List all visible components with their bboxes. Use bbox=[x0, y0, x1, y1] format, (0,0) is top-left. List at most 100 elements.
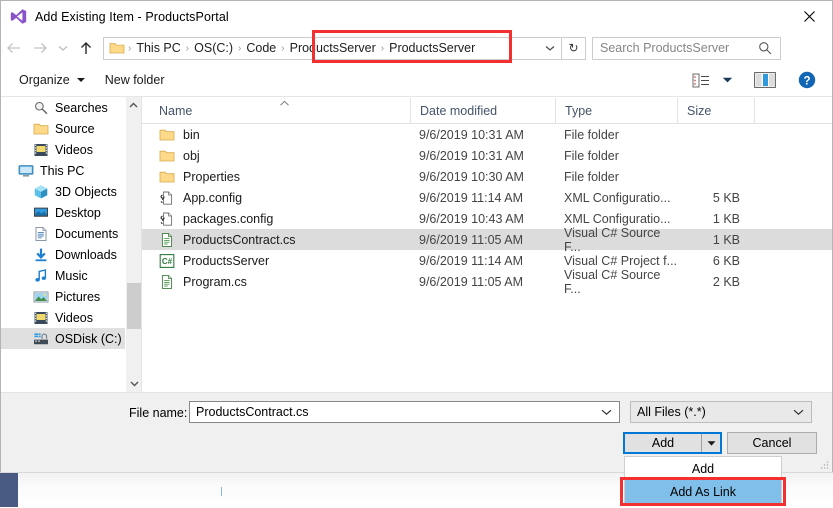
nav-item-downloads[interactable]: Downloads bbox=[1, 244, 141, 265]
nav-item-3d-objects[interactable]: 3D Objects bbox=[1, 181, 141, 202]
nav-item-label: Documents bbox=[55, 226, 119, 241]
help-icon[interactable]: ? bbox=[792, 67, 822, 93]
close-window-button[interactable] bbox=[786, 1, 832, 31]
cell-size: 2 KB bbox=[712, 274, 740, 289]
scroll-up-button[interactable] bbox=[126, 97, 141, 114]
table-row[interactable]: obj 9/6/2019 10:31 AM File folder bbox=[142, 145, 832, 166]
breadcrumb-item-os-c[interactable]: OS(C:) bbox=[190, 41, 237, 55]
cell-name: bin bbox=[142, 127, 410, 143]
background-accent-bar bbox=[0, 473, 18, 507]
file-name-text: packages.config bbox=[183, 211, 274, 226]
column-header-spacer[interactable] bbox=[754, 98, 832, 123]
view-options-chevron-down-icon[interactable] bbox=[716, 67, 738, 93]
folder-icon bbox=[159, 127, 175, 143]
table-row[interactable]: packages.config 9/6/2019 10:43 AM XML Conf… bbox=[142, 208, 832, 229]
add-split-button[interactable]: Add bbox=[623, 432, 722, 454]
scrollbar-thumb[interactable] bbox=[127, 283, 141, 329]
nav-item-desktop[interactable]: Desktop bbox=[1, 202, 141, 223]
breadcrumb-item-productsserver-project[interactable]: ProductsServer bbox=[385, 41, 479, 55]
file-name-input[interactable]: ProductsContract.cs bbox=[189, 401, 620, 423]
pictures-icon bbox=[33, 289, 49, 305]
nav-item-this-pc[interactable]: This PC bbox=[1, 160, 141, 181]
list-view-icon[interactable] bbox=[686, 67, 716, 93]
cancel-button-label: Cancel bbox=[752, 436, 792, 450]
dialog-body: Searches Source Videos This PC 3D Objects Des… bbox=[1, 97, 832, 392]
new-folder-button[interactable]: New folder bbox=[95, 68, 175, 92]
folder-icon bbox=[109, 41, 125, 55]
nav-item-documents[interactable]: Documents bbox=[1, 223, 141, 244]
column-header-size[interactable]: Size bbox=[677, 98, 754, 123]
navigation-tree: Searches Source Videos This PC 3D Objects Des… bbox=[1, 97, 141, 349]
nav-item-music[interactable]: Music bbox=[1, 265, 141, 286]
cell-name: Properties bbox=[142, 169, 410, 185]
csharp-project-icon: C# bbox=[159, 253, 175, 269]
svg-text:?: ? bbox=[803, 75, 810, 87]
nav-item-label: Videos bbox=[55, 142, 93, 157]
address-bar[interactable]: › This PC › OS(C:) › Code › ProductsServ… bbox=[103, 36, 562, 60]
breadcrumb-item-code[interactable]: Code bbox=[242, 41, 280, 55]
nav-item-pictures[interactable]: Pictures bbox=[1, 286, 141, 307]
table-row[interactable]: App.config 9/6/2019 11:14 AM XML Configura… bbox=[142, 187, 832, 208]
search-input[interactable]: Search ProductsServer bbox=[592, 36, 781, 60]
nav-item-videos[interactable]: Videos bbox=[1, 307, 141, 328]
cell-name: App.config bbox=[142, 190, 410, 206]
organize-menu-button[interactable]: Organize bbox=[9, 68, 95, 92]
cell-name: Program.cs bbox=[142, 274, 410, 290]
cell-type: Visual C# Source F... bbox=[564, 267, 661, 296]
add-button[interactable]: Add bbox=[625, 434, 702, 452]
scroll-down-button[interactable] bbox=[126, 375, 141, 392]
cell-size: 1 KB bbox=[712, 211, 740, 226]
back-arrow-icon[interactable] bbox=[1, 35, 27, 61]
table-row[interactable]: ProductsContract.cs 9/6/2019 11:05 AM Visu… bbox=[142, 226, 832, 254]
table-row[interactable]: Properties 9/6/2019 10:30 AM File folder bbox=[142, 166, 832, 187]
nav-item-osdisk-c[interactable]: OSDisk (C:) bbox=[1, 328, 141, 349]
cell-date-modified: 9/6/2019 10:43 AM bbox=[419, 211, 524, 226]
videos-icon bbox=[33, 310, 49, 326]
column-header-date-modified[interactable]: Date modified bbox=[410, 98, 555, 123]
table-row[interactable]: bin 9/6/2019 10:31 AM File folder bbox=[142, 124, 832, 145]
command-bar-right-group: ? bbox=[686, 67, 822, 93]
resize-grip-icon[interactable] bbox=[819, 458, 829, 469]
up-arrow-icon[interactable] bbox=[73, 35, 99, 61]
cell-date-modified: 9/6/2019 11:05 AM bbox=[419, 232, 524, 247]
column-label-size: Size bbox=[687, 103, 712, 118]
column-header-name[interactable]: Name bbox=[142, 98, 410, 123]
nav-item-searches[interactable]: Searches bbox=[1, 97, 141, 118]
menu-item-add-as-link[interactable]: Add As Link bbox=[625, 480, 781, 503]
add-dropdown-caret-down-icon[interactable] bbox=[702, 434, 720, 452]
menu-item-add[interactable]: Add bbox=[625, 457, 781, 480]
preview-pane-icon[interactable] bbox=[750, 67, 780, 93]
file-list: bin 9/6/2019 10:31 AM File folder obj 9/6/20… bbox=[142, 124, 832, 296]
column-header-type[interactable]: Type bbox=[555, 98, 677, 123]
file-name-text: bin bbox=[183, 127, 200, 142]
folder-icon bbox=[159, 148, 175, 164]
navigation-pane-scrollbar[interactable] bbox=[125, 97, 141, 392]
recent-locations-chevron-down-icon[interactable] bbox=[53, 35, 73, 61]
forward-arrow-icon[interactable] bbox=[27, 35, 53, 61]
cell-date-modified: 9/6/2019 11:14 AM bbox=[419, 190, 524, 205]
csharp-source-icon bbox=[159, 232, 175, 248]
cell-type: File folder bbox=[564, 127, 619, 142]
table-row[interactable]: Program.cs 9/6/2019 11:05 AM Visual C# Sou… bbox=[142, 268, 832, 296]
navigation-bar: › This PC › OS(C:) › Code › ProductsServ… bbox=[1, 32, 832, 64]
refresh-icon[interactable]: ↻ bbox=[562, 36, 586, 60]
breadcrumb-item-this-pc[interactable]: This PC bbox=[132, 41, 184, 55]
chevron-down-icon[interactable] bbox=[601, 408, 612, 416]
cell-date-modified: 9/6/2019 11:14 AM bbox=[419, 253, 524, 268]
nav-item-source[interactable]: Source bbox=[1, 118, 141, 139]
nav-item-label: This PC bbox=[40, 163, 85, 178]
nav-item-label: Pictures bbox=[55, 289, 101, 304]
breadcrumb-item-productsserver-solution[interactable]: ProductsServer bbox=[286, 41, 380, 55]
cancel-button[interactable]: Cancel bbox=[727, 432, 817, 454]
nav-item-label: Source bbox=[55, 121, 95, 136]
cell-type: XML Configuratio... bbox=[564, 211, 671, 226]
address-chevron-down-icon[interactable] bbox=[539, 38, 561, 59]
table-row[interactable]: C# ProductsServer 9/6/2019 11:14 AM Visual … bbox=[142, 250, 832, 271]
background-text-caret bbox=[221, 487, 222, 496]
visual-studio-icon bbox=[10, 8, 27, 25]
file-type-filter-select[interactable]: All Files (*.*) bbox=[630, 401, 812, 423]
cell-type: File folder bbox=[564, 169, 619, 184]
nav-item-videos[interactable]: Videos bbox=[1, 139, 141, 160]
chevron-down-icon[interactable] bbox=[793, 408, 804, 416]
3d-objects-icon bbox=[33, 184, 49, 200]
